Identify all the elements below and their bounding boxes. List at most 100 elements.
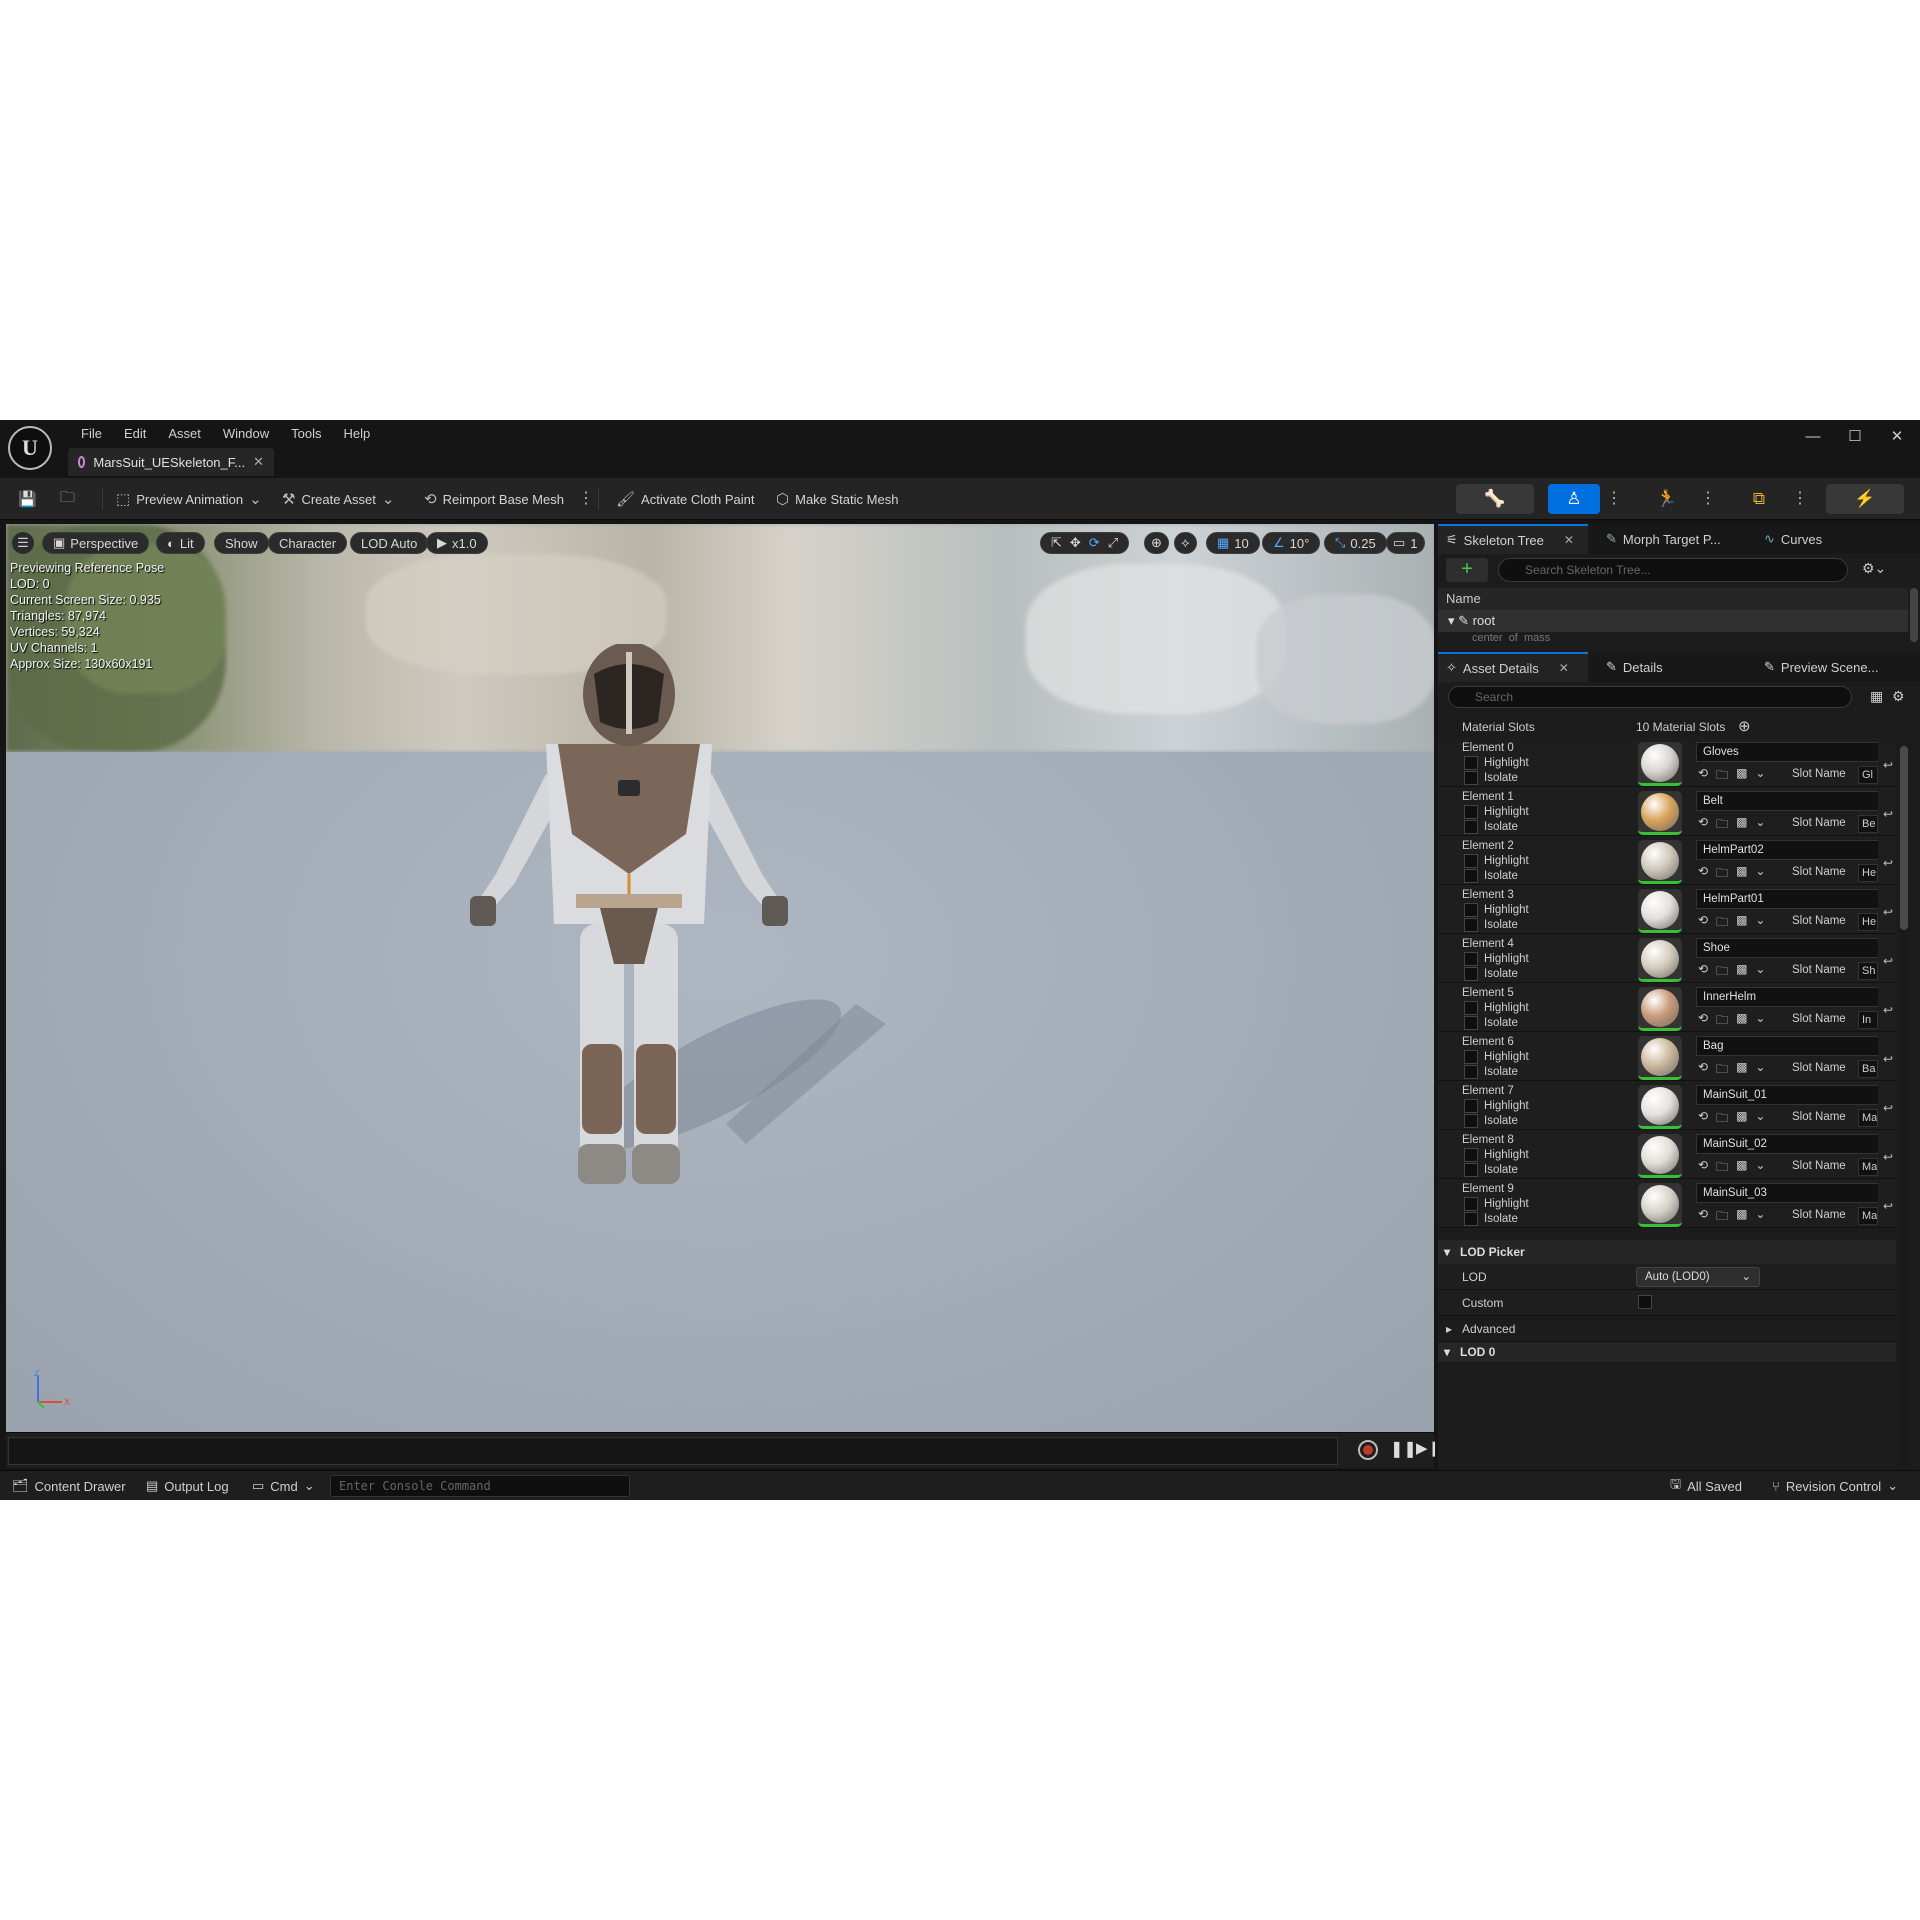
menu-file[interactable]: File [70,424,113,444]
content-drawer-button[interactable]: 🗂 Content Drawer [12,1471,126,1500]
reset-to-default-icon[interactable]: ↩ [1883,807,1893,821]
highlight-checkbox[interactable] [1464,854,1478,868]
details-search-input[interactable]: Search [1448,686,1852,708]
mesh-mode-button[interactable]: ♙ [1548,484,1600,514]
menu-edit[interactable]: Edit [113,424,157,444]
browse-icon[interactable]: 🗀 [1716,1207,1728,1228]
lod-picker-section[interactable]: ▾ LOD Picker [1438,1240,1896,1264]
highlight-checkbox[interactable] [1464,952,1478,966]
angle-snap-button[interactable]: ∠ 10° [1262,532,1321,554]
isolate-checkbox[interactable] [1464,1163,1478,1177]
animation-mode-options-icon[interactable]: ⋮ [1700,484,1716,514]
close-icon[interactable]: ✕ [1880,426,1914,448]
use-selected-icon[interactable]: ⟲ [1698,1109,1708,1130]
tree-row-root[interactable]: ▾ ✎ root [1438,610,1908,632]
reimport-options-icon[interactable]: ⋮ [578,484,594,514]
material-picker[interactable]: Shoe [1696,938,1878,958]
revision-control-button[interactable]: ⑂ Revision Control ⌄ [1772,1471,1898,1500]
browse-button[interactable]: 🗀 [60,478,75,520]
menu-asset[interactable]: Asset [157,424,212,444]
close-tab-icon[interactable]: ✕ [1564,533,1574,547]
chevron-down-icon[interactable]: ⌄ [1755,913,1765,934]
close-tab-icon[interactable]: ✕ [253,454,264,470]
use-selected-icon[interactable]: ⟲ [1698,913,1708,934]
save-button[interactable]: 💾 [18,478,37,520]
isolate-checkbox[interactable] [1464,820,1478,834]
close-tab-icon[interactable]: ✕ [1559,661,1569,675]
isolate-checkbox[interactable] [1464,869,1478,883]
slot-name-input[interactable]: He [1858,913,1878,931]
material-thumbnail[interactable] [1638,791,1682,835]
slot-name-input[interactable]: In [1858,1011,1878,1029]
viewport-menu-icon[interactable]: ☰ [12,532,34,554]
chevron-down-icon[interactable]: ⌄ [1755,864,1765,885]
material-picker[interactable]: Belt [1696,791,1878,811]
reset-to-default-icon[interactable]: ↩ [1883,1003,1893,1017]
reset-to-default-icon[interactable]: ↩ [1883,856,1893,870]
tab-morph-target[interactable]: ✎ Morph Target P... [1598,524,1729,554]
checker-icon[interactable]: ▩ [1736,913,1747,934]
material-picker[interactable]: InnerHelm [1696,987,1878,1007]
lit-button[interactable]: ◐ Lit [156,532,205,554]
skeleton-search-input[interactable]: Search Skeleton Tree... [1498,558,1848,582]
tab-details[interactable]: ✎ Details [1598,652,1671,682]
add-slot-icon[interactable]: ⊕ [1738,717,1751,735]
blueprint-mode-button[interactable]: ⧉ [1722,484,1796,514]
reset-to-default-icon[interactable]: ↩ [1883,905,1893,919]
material-picker[interactable]: Gloves [1696,742,1878,762]
lod-button[interactable]: LOD Auto [350,532,429,554]
chevron-down-icon[interactable]: ⌄ [1755,1011,1765,1032]
menu-window[interactable]: Window [212,424,280,444]
slot-name-input[interactable]: Sh [1858,962,1878,980]
isolate-checkbox[interactable] [1464,1212,1478,1226]
browse-icon[interactable]: 🗀 [1716,815,1728,836]
checker-icon[interactable]: ▩ [1736,1207,1747,1228]
material-picker[interactable]: MainSuit_02 [1696,1134,1878,1154]
checker-icon[interactable]: ▩ [1736,864,1747,885]
isolate-checkbox[interactable] [1464,1114,1478,1128]
select-icon[interactable]: ⇱ [1051,535,1062,551]
timeline-track[interactable] [8,1437,1338,1465]
tree-row-child[interactable]: center_of_mass [1472,632,1550,642]
menu-tools[interactable]: Tools [280,424,332,444]
pause-icon[interactable]: ❚❚ [1390,1439,1417,1459]
physics-mode-button[interactable]: ⚡ [1826,484,1904,514]
material-thumbnail[interactable] [1638,889,1682,933]
tab-asset-details[interactable]: ✧ Asset Details ✕ [1438,652,1588,682]
material-picker[interactable]: MainSuit_03 [1696,1183,1878,1203]
slot-name-input[interactable]: He [1858,864,1878,882]
slot-name-input[interactable]: Ba [1858,1060,1878,1078]
camera-speed-button[interactable]: ▭ 1 [1386,532,1425,554]
mesh-mode-options-icon[interactable]: ⋮ [1606,484,1622,514]
chevron-down-icon[interactable]: ⌄ [1755,815,1765,836]
use-selected-icon[interactable]: ⟲ [1698,1158,1708,1179]
table-view-icon[interactable]: ▦ [1870,688,1883,705]
browse-icon[interactable]: 🗀 [1716,962,1728,983]
checker-icon[interactable]: ▩ [1736,1158,1747,1179]
browse-icon[interactable]: 🗀 [1716,1060,1728,1081]
isolate-checkbox[interactable] [1464,918,1478,932]
chevron-down-icon[interactable]: ⌄ [1755,766,1765,787]
preview-animation-button[interactable]: ⬚ Preview Animation ⌄ [116,478,262,520]
reset-to-default-icon[interactable]: ↩ [1883,954,1893,968]
use-selected-icon[interactable]: ⟲ [1698,1011,1708,1032]
activate-cloth-paint-button[interactable]: 🖌 Activate Cloth Paint [616,478,755,520]
document-tab[interactable]: MarsSuit_UESkeleton_F... ✕ [68,448,274,476]
blueprint-mode-options-icon[interactable]: ⋮ [1792,484,1808,514]
use-selected-icon[interactable]: ⟲ [1698,1060,1708,1081]
material-thumbnail[interactable] [1638,1134,1682,1178]
checker-icon[interactable]: ▩ [1736,1011,1747,1032]
menu-help[interactable]: Help [332,424,381,444]
custom-checkbox[interactable] [1638,1295,1652,1309]
reimport-base-mesh-button[interactable]: ⟲ Reimport Base Mesh [424,478,564,520]
viewport[interactable]: ☰ ▣ Perspective ◐ Lit Show Character LOD… [6,524,1434,1432]
console-command-input[interactable]: Enter Console Command [330,1475,630,1497]
material-picker[interactable]: MainSuit_01 [1696,1085,1878,1105]
settings-gear-icon[interactable]: ⚙⌄ [1862,560,1886,577]
material-thumbnail[interactable] [1638,1183,1682,1227]
material-picker[interactable]: Bag [1696,1036,1878,1056]
record-button[interactable] [1358,1440,1378,1460]
character-button[interactable]: Character [268,532,348,554]
browse-icon[interactable]: 🗀 [1716,913,1728,934]
animation-mode-button[interactable]: 🏃 [1630,484,1704,514]
